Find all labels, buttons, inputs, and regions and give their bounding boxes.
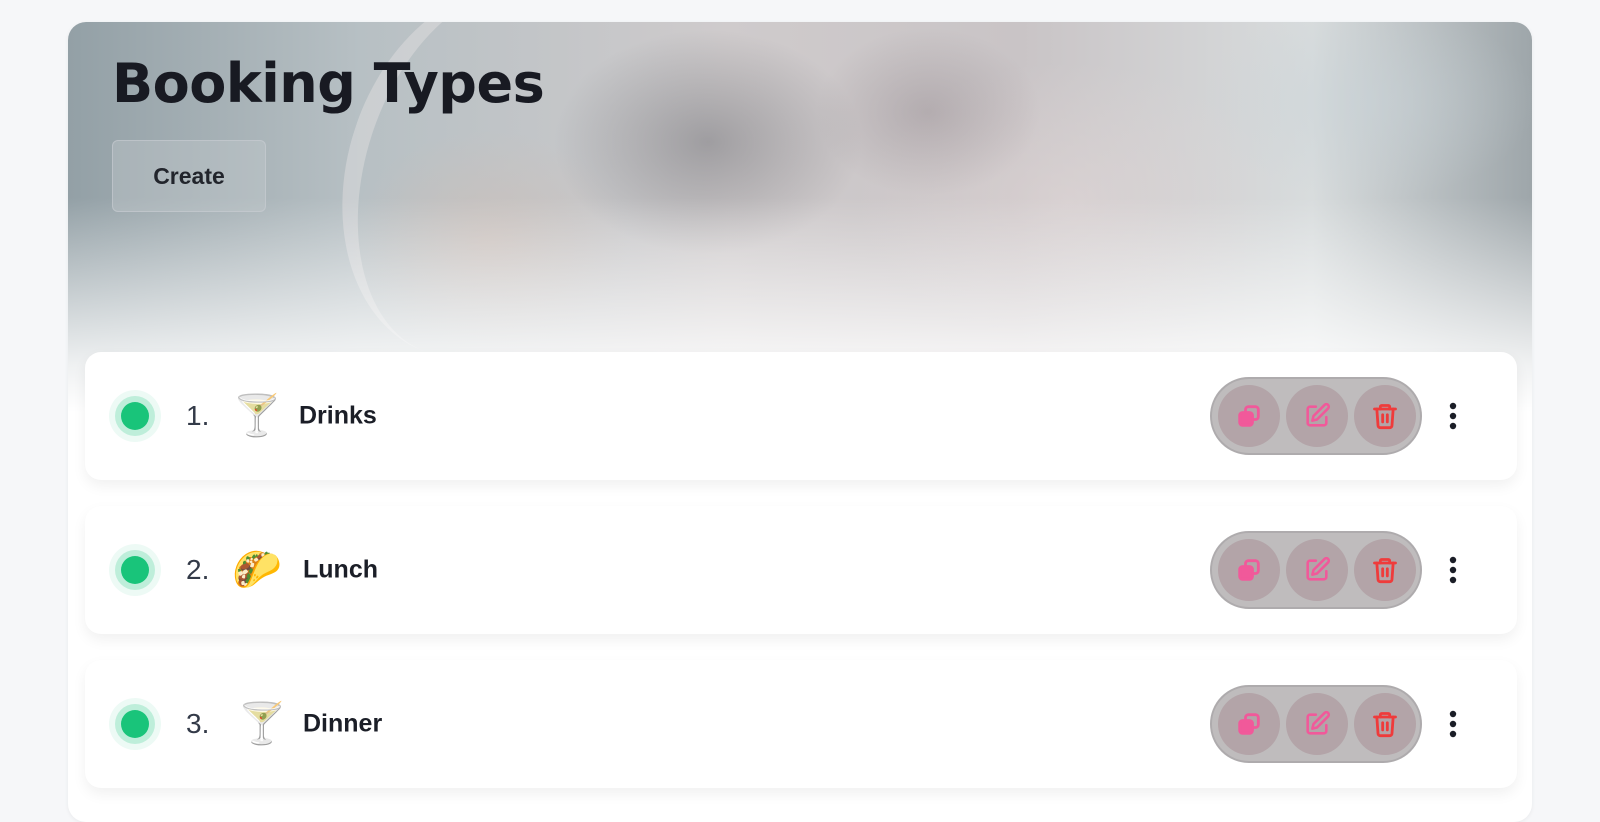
more-options-button[interactable]: [1425, 696, 1481, 752]
list-item-name: Lunch: [303, 555, 378, 584]
trash-icon: [1373, 558, 1397, 584]
duplicate-icon: [1238, 405, 1260, 427]
more-options-button[interactable]: [1425, 388, 1481, 444]
cocktail-icon: 🍸: [232, 394, 282, 438]
duplicate-button[interactable]: [1218, 385, 1280, 447]
trash-icon: [1373, 404, 1397, 430]
list-item-name: Drinks: [299, 401, 377, 430]
list-item-name: Dinner: [303, 709, 383, 738]
more-vertical-icon: [1449, 710, 1457, 738]
edit-icon: [1306, 710, 1331, 735]
booking-types-list: 1. 🍸 Drinks 2. 🌮 Lunch 3. 🍸 Dinner: [85, 352, 1517, 814]
status-dot-icon: [121, 710, 149, 738]
status-dot-icon: [121, 556, 149, 584]
list-item-number: 3.: [186, 708, 210, 739]
edit-button[interactable]: [1286, 539, 1348, 601]
duplicate-button[interactable]: [1218, 539, 1280, 601]
cocktail-icon: 🍸: [237, 702, 287, 746]
status-dot-icon: [121, 402, 149, 430]
row-actions: [1210, 377, 1422, 455]
page-title: Booking Types: [112, 52, 545, 115]
edit-button[interactable]: [1286, 385, 1348, 447]
edit-icon: [1306, 556, 1331, 581]
taco-icon: 🌮: [232, 548, 282, 592]
duplicate-icon: [1238, 559, 1260, 581]
edit-button[interactable]: [1286, 693, 1348, 755]
delete-button[interactable]: [1354, 385, 1416, 447]
more-options-button[interactable]: [1425, 542, 1481, 598]
list-item-number: 1.: [186, 400, 210, 431]
booking-types-panel: Booking Types Create 1. 🍸 Drinks 2. 🌮 Lu…: [68, 22, 1532, 822]
list-item[interactable]: 3. 🍸 Dinner: [85, 660, 1517, 788]
create-button[interactable]: Create: [112, 140, 266, 212]
row-actions: [1210, 685, 1422, 763]
list-item[interactable]: 1. 🍸 Drinks: [85, 352, 1517, 480]
delete-button[interactable]: [1354, 693, 1416, 755]
more-vertical-icon: [1449, 556, 1457, 584]
list-item-number: 2.: [186, 554, 210, 585]
delete-button[interactable]: [1354, 539, 1416, 601]
duplicate-button[interactable]: [1218, 693, 1280, 755]
edit-icon: [1306, 402, 1331, 427]
list-item[interactable]: 2. 🌮 Lunch: [85, 506, 1517, 634]
trash-icon: [1373, 712, 1397, 738]
row-actions: [1210, 531, 1422, 609]
duplicate-icon: [1238, 713, 1260, 735]
more-vertical-icon: [1449, 402, 1457, 430]
